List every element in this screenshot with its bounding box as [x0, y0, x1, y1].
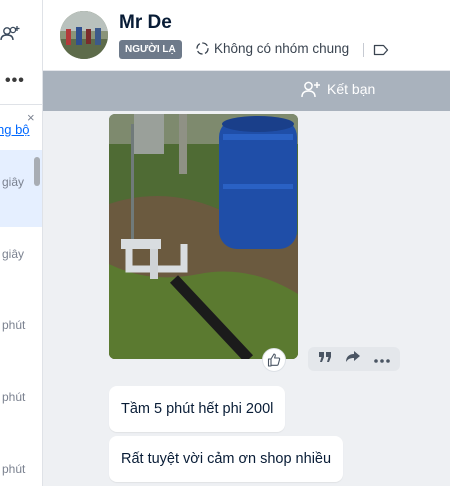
scrollbar-thumb[interactable]	[34, 157, 40, 186]
common-groups-label: Không có nhóm chung	[214, 41, 350, 56]
stranger-badge: NGƯỜI LẠ	[119, 40, 182, 59]
chat-header: Mr De NGƯỜI LẠ Không có nhóm chung	[43, 0, 450, 71]
conversation-time: phút	[2, 318, 26, 332]
conversation-time: giây	[2, 247, 25, 261]
conversation-time: giây	[2, 175, 25, 189]
more-options-button[interactable]: •••	[5, 72, 25, 90]
groups-icon	[196, 42, 209, 55]
message-bubble[interactable]: Rất tuyệt vời cảm ơn shop nhiều	[109, 436, 344, 482]
group-add-icon[interactable]	[0, 24, 22, 44]
contact-name: Mr De	[119, 12, 172, 33]
photo-message[interactable]	[109, 114, 298, 359]
sidebar-divider	[0, 104, 42, 105]
conversation-time: phút	[2, 390, 26, 404]
label-icon[interactable]	[373, 43, 389, 62]
message-bubble[interactable]: Tầm 5 phút hết phi 200l	[109, 386, 286, 432]
sync-link[interactable]: ng bộ	[0, 122, 30, 137]
share-icon[interactable]	[345, 350, 361, 368]
avatar[interactable]	[60, 11, 108, 59]
add-friend-button[interactable]: Kết bạn	[301, 80, 375, 98]
more-icon[interactable]	[373, 350, 390, 368]
thumbs-up-icon[interactable]	[262, 348, 286, 372]
header-divider	[363, 43, 364, 57]
conversation-time: phút	[2, 462, 26, 476]
conversation-list-sidebar: ••• × ng bộ giây giây phút phút phút	[0, 0, 43, 486]
add-friend-bar: Kết bạn	[43, 71, 450, 111]
message-actions	[308, 347, 400, 371]
user-add-icon	[301, 81, 320, 98]
chat-messages: Tầm 5 phút hết phi 200l Rất tuyệt vời cả…	[43, 111, 450, 486]
common-groups[interactable]: Không có nhóm chung	[195, 41, 349, 56]
add-friend-label: Kết bạn	[327, 81, 376, 97]
quote-icon[interactable]	[318, 350, 332, 368]
